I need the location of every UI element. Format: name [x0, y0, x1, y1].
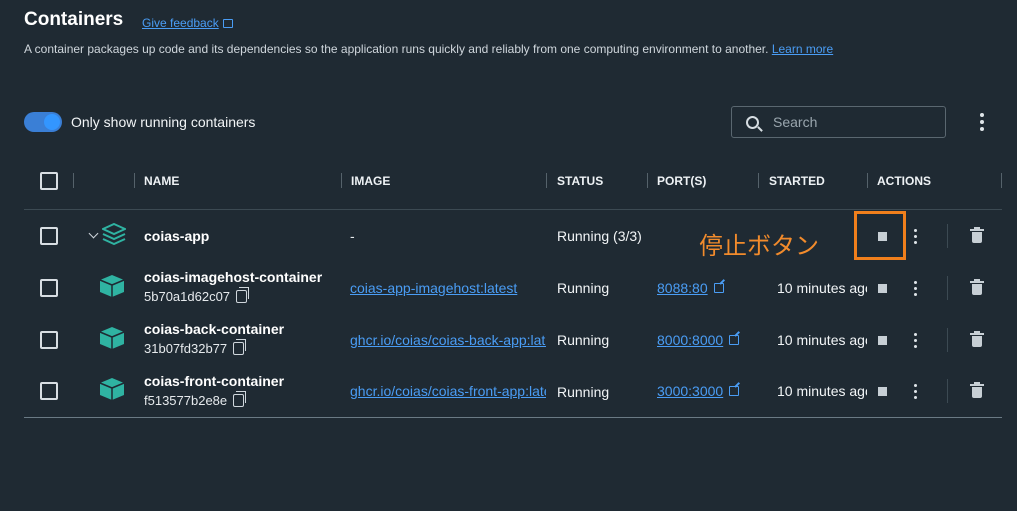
- toggle-knob: [44, 114, 60, 130]
- column-ports[interactable]: PORT(S): [657, 174, 706, 188]
- more-options-icon[interactable]: [974, 111, 990, 133]
- stop-button-annotation: 停止ボタン: [699, 232, 819, 260]
- row-checkbox[interactable]: [40, 279, 58, 297]
- container-name[interactable]: coias-imagehost-container: [144, 269, 322, 285]
- stop-button[interactable]: [876, 282, 888, 294]
- page-description: A container packages up code and its dep…: [24, 42, 833, 56]
- table-row[interactable]: coias-back-container 31b07fd32b77 ghcr.i…: [24, 314, 1002, 366]
- delete-icon[interactable]: [970, 227, 984, 243]
- column-started[interactable]: STARTED: [769, 174, 825, 188]
- external-link-icon[interactable]: [729, 386, 740, 396]
- container-id: f513577b2e8e: [144, 391, 247, 408]
- row-more-icon[interactable]: [910, 280, 920, 296]
- container-id: 31b07fd32b77: [144, 339, 247, 356]
- delete-icon[interactable]: [970, 382, 984, 398]
- container-image-link[interactable]: coias-app-imagehost:latest: [350, 280, 546, 296]
- container-status: Running: [557, 332, 610, 348]
- stop-button[interactable]: [876, 385, 888, 397]
- container-name[interactable]: coias-app: [144, 228, 209, 244]
- table-bottom-divider: [24, 417, 1002, 418]
- external-link-icon[interactable]: [713, 283, 724, 293]
- container-id-text: f513577b2e8e: [144, 393, 228, 408]
- select-all-checkbox[interactable]: [40, 172, 58, 190]
- row-more-icon[interactable]: [910, 228, 920, 244]
- container-image-link[interactable]: ghcr.io/coias/coias-back-app:latest: [350, 332, 546, 348]
- container-icon: [99, 327, 125, 349]
- table-row[interactable]: coias-front-container f513577b2e8e ghcr.…: [24, 366, 1002, 418]
- delete-icon[interactable]: [970, 331, 984, 347]
- port-text[interactable]: 8088:80: [657, 280, 708, 296]
- search-box[interactable]: [731, 106, 946, 138]
- container-image-link[interactable]: ghcr.io/coias/coias-front-app:latest: [350, 383, 546, 399]
- column-image[interactable]: IMAGE: [351, 174, 390, 188]
- port-text[interactable]: 3000:3000: [657, 383, 723, 399]
- search-icon: [746, 115, 759, 129]
- copy-icon[interactable]: [233, 391, 247, 407]
- port-text[interactable]: 8000:8000: [657, 332, 723, 348]
- feedback-icon: [222, 18, 233, 28]
- toggle-label: Only show running containers: [71, 114, 256, 130]
- row-checkbox[interactable]: [40, 227, 58, 245]
- external-link-icon[interactable]: [729, 335, 740, 345]
- column-status[interactable]: STATUS: [557, 174, 603, 188]
- container-started: 10 minutes ago: [777, 383, 867, 399]
- delete-icon[interactable]: [970, 279, 984, 295]
- give-feedback-label[interactable]: Give feedback: [142, 16, 219, 30]
- port-link[interactable]: 3000:3000: [657, 383, 740, 399]
- table-row[interactable]: coias-imagehost-container 5b70a1d62c07 c…: [24, 262, 1002, 314]
- container-status: Running: [557, 384, 610, 400]
- container-icon: [99, 275, 125, 297]
- table-header: NAME IMAGE STATUS PORT(S) STARTED ACTION…: [24, 163, 1002, 199]
- container-image: -: [350, 228, 355, 244]
- container-id: 5b70a1d62c07: [144, 287, 250, 304]
- container-started: 10 minutes ago: [777, 332, 867, 348]
- container-id-text: 31b07fd32b77: [144, 341, 228, 356]
- container-name[interactable]: coias-front-container: [144, 373, 284, 389]
- column-name[interactable]: NAME: [144, 174, 179, 188]
- container-icon: [99, 378, 125, 400]
- chevron-down-icon[interactable]: [88, 228, 99, 239]
- compose-stack-icon: [102, 223, 126, 245]
- row-more-icon[interactable]: [910, 383, 920, 399]
- row-checkbox[interactable]: [40, 382, 58, 400]
- page-title: Containers: [24, 9, 124, 30]
- give-feedback-link[interactable]: Give feedback: [142, 16, 233, 30]
- row-checkbox[interactable]: [40, 331, 58, 349]
- port-link[interactable]: 8088:80: [657, 280, 724, 296]
- column-actions: ACTIONS: [877, 174, 931, 188]
- container-status: Running: [557, 280, 610, 296]
- stop-button-highlight-box: [854, 211, 906, 260]
- stop-button[interactable]: [876, 334, 888, 346]
- running-only-toggle[interactable]: [24, 112, 62, 132]
- learn-more-link[interactable]: Learn more: [772, 42, 833, 56]
- container-started: 10 minutes ago: [777, 280, 867, 296]
- description-text: A container packages up code and its dep…: [24, 42, 769, 56]
- container-id-text: 5b70a1d62c07: [144, 289, 231, 304]
- copy-icon[interactable]: [236, 287, 250, 303]
- port-link[interactable]: 8000:8000: [657, 332, 740, 348]
- row-more-icon[interactable]: [910, 332, 920, 348]
- search-input[interactable]: [773, 114, 923, 130]
- container-name[interactable]: coias-back-container: [144, 321, 284, 337]
- copy-icon[interactable]: [233, 339, 247, 355]
- container-status: Running (3/3): [557, 228, 642, 244]
